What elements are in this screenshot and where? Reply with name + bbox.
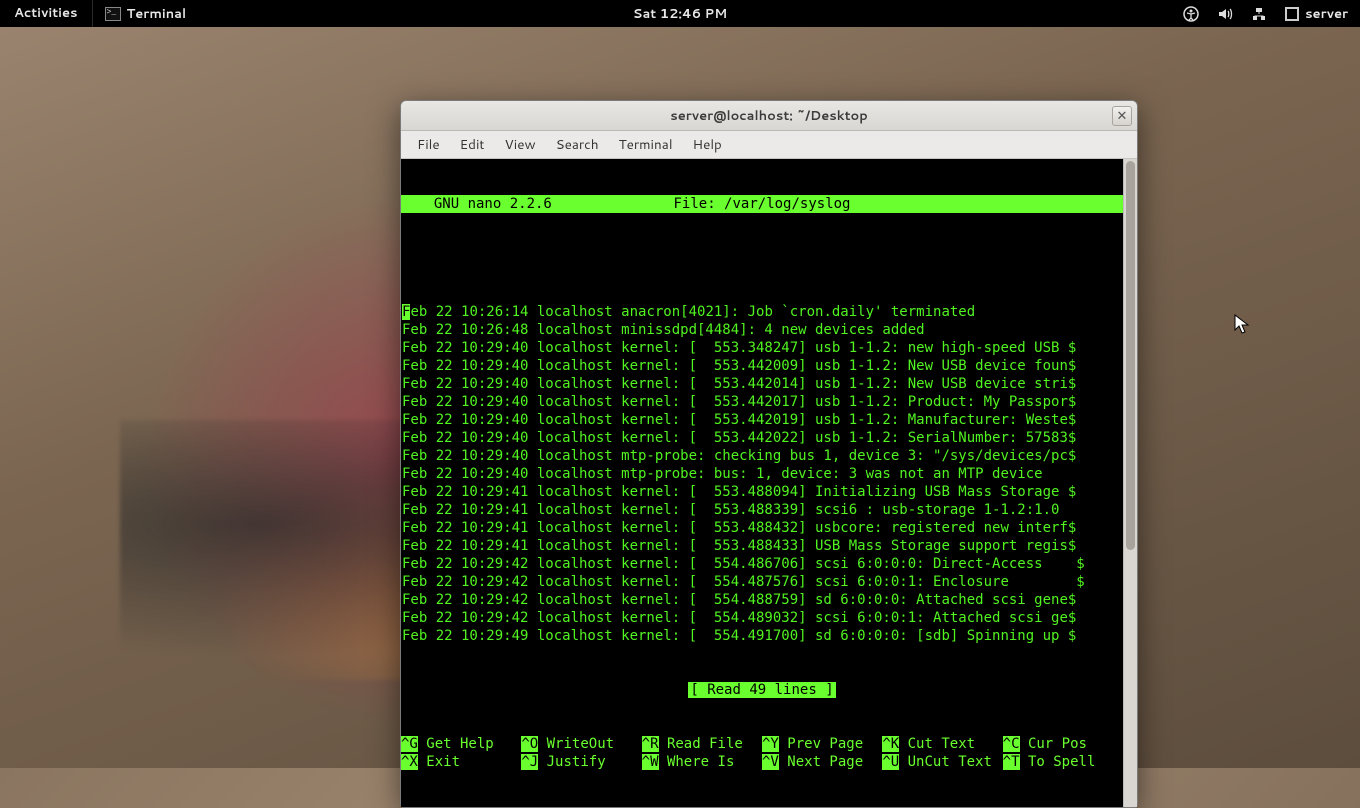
nano-status-line: [ Read 49 lines ] (401, 681, 1123, 699)
menu-edit[interactable]: Edit (450, 131, 495, 158)
menu-help[interactable]: Help (683, 131, 732, 158)
log-line: Feb 22 10:29:41 localhost kernel: [ 553.… (401, 483, 1123, 501)
log-line: Feb 22 10:29:40 localhost mtp-probe: bus… (401, 465, 1123, 483)
gnome-top-bar: Activities Terminal Sat 12:46 PM server (0, 0, 1360, 27)
log-line: Feb 22 10:29:42 localhost kernel: [ 554.… (401, 591, 1123, 609)
nano-shortcut: ^G Get Help (401, 735, 521, 753)
network-icon[interactable] (1251, 6, 1267, 22)
nano-shortcut: ^V Next Page (762, 753, 882, 771)
mouse-cursor (1234, 314, 1250, 336)
log-line: Feb 22 10:29:40 localhost kernel: [ 553.… (401, 393, 1123, 411)
terminal-window: server@localhost: ~/Desktop ✕ File Edit … (400, 100, 1138, 808)
menu-search[interactable]: Search (546, 131, 609, 158)
activities-button[interactable]: Activities (0, 0, 92, 27)
log-line: Feb 22 10:29:40 localhost kernel: [ 553.… (401, 429, 1123, 447)
nano-shortcut: ^Y Prev Page (762, 735, 882, 753)
nano-shortcut: ^W Where Is (642, 753, 762, 771)
volume-icon[interactable] (1217, 6, 1233, 22)
menu-file[interactable]: File (407, 131, 450, 158)
nano-buffer: Feb 22 10:26:14 localhost anacron[4021]:… (401, 303, 1123, 645)
log-line: Feb 22 10:29:42 localhost kernel: [ 554.… (401, 555, 1123, 573)
log-line: Feb 22 10:29:40 localhost mtp-probe: che… (401, 447, 1123, 465)
nano-shortcut: ^K Cut Text (882, 735, 1002, 753)
nano-shortcut: ^J Justify (521, 753, 641, 771)
log-line: Feb 22 10:29:41 localhost kernel: [ 553.… (401, 537, 1123, 555)
active-app-indicator[interactable]: Terminal (92, 0, 199, 27)
nano-help-bar: ^G Get Help ^O WriteOut ^R Read File ^Y … (401, 735, 1123, 771)
nano-shortcut: ^O WriteOut (521, 735, 641, 753)
terminal-scrollbar[interactable] (1123, 159, 1137, 807)
window-close-button[interactable]: ✕ (1112, 106, 1132, 126)
terminal-content[interactable]: GNU nano 2.2.6 File: /var/log/syslog Feb… (401, 159, 1123, 807)
log-line: Feb 22 10:29:40 localhost kernel: [ 553.… (401, 411, 1123, 429)
log-line: Feb 22 10:29:42 localhost kernel: [ 554.… (401, 573, 1123, 591)
log-line: Feb 22 10:29:40 localhost kernel: [ 553.… (401, 375, 1123, 393)
terminal-menubar: File Edit View Search Terminal Help (401, 131, 1137, 159)
nano-shortcut: ^X Exit (401, 753, 521, 771)
menu-view[interactable]: View (495, 131, 546, 158)
window-titlebar[interactable]: server@localhost: ~/Desktop ✕ (401, 101, 1137, 131)
log-line: Feb 22 10:29:40 localhost kernel: [ 553.… (401, 357, 1123, 375)
window-title: server@localhost: ~/Desktop (670, 107, 868, 125)
log-line: Feb 22 10:29:42 localhost kernel: [ 554.… (401, 609, 1123, 627)
user-name: server (1305, 5, 1348, 23)
clock[interactable]: Sat 12:46 PM (633, 5, 727, 23)
nano-shortcut: ^U UnCut Text (882, 753, 1002, 771)
log-line: Feb 22 10:26:48 localhost minissdpd[4484… (401, 321, 1123, 339)
log-line: Feb 22 10:29:41 localhost kernel: [ 553.… (401, 501, 1123, 519)
scrollbar-thumb[interactable] (1126, 161, 1135, 550)
nano-shortcut: ^R Read File (642, 735, 762, 753)
active-app-name: Terminal (127, 5, 187, 23)
menu-terminal[interactable]: Terminal (609, 131, 683, 158)
log-line: Feb 22 10:29:40 localhost kernel: [ 553.… (401, 339, 1123, 357)
nano-header: GNU nano 2.2.6 File: /var/log/syslog (401, 195, 1123, 213)
user-menu[interactable]: server (1285, 5, 1348, 23)
log-line: Feb 22 10:29:41 localhost kernel: [ 553.… (401, 519, 1123, 537)
nano-blank-line (401, 249, 1123, 267)
nano-shortcut: ^T To Spell (1003, 753, 1123, 771)
log-line: Feb 22 10:29:49 localhost kernel: [ 554.… (401, 627, 1123, 645)
log-line: Feb 22 10:26:14 localhost anacron[4021]:… (401, 303, 1123, 321)
accessibility-icon[interactable] (1183, 6, 1199, 22)
terminal-icon (105, 7, 121, 21)
user-status-icon (1285, 7, 1299, 21)
nano-shortcut: ^C Cur Pos (1003, 735, 1123, 753)
nano-version: GNU nano 2.2.6 (401, 195, 552, 213)
